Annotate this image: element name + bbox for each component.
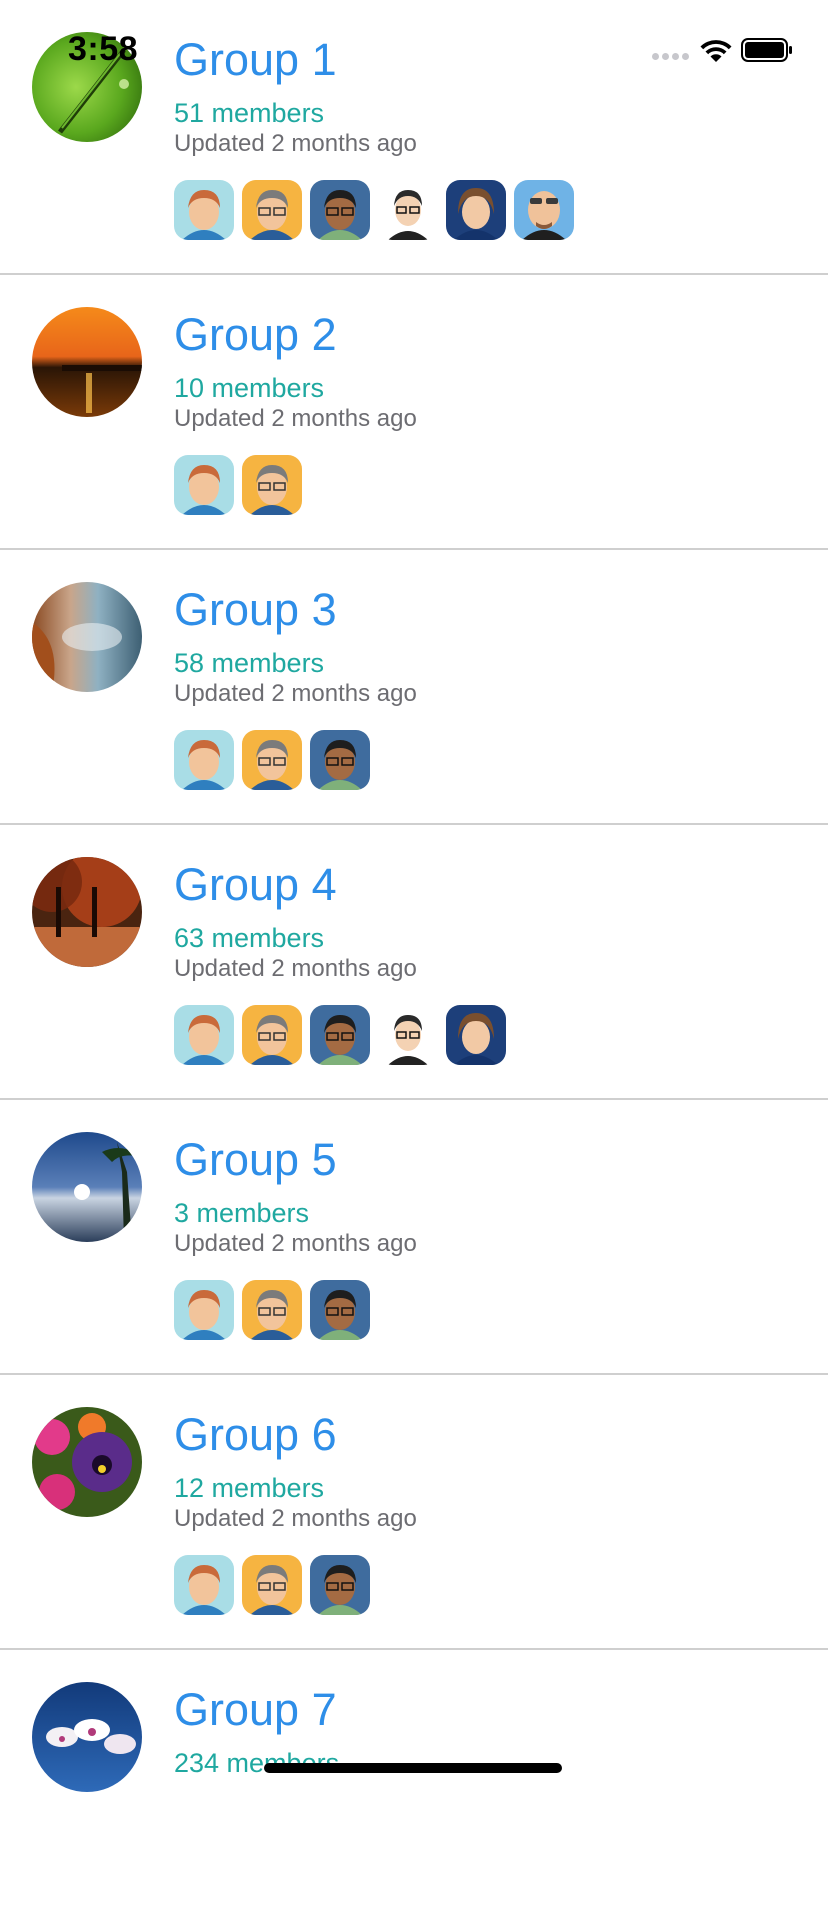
group-name: Group 5 — [174, 1134, 337, 1185]
avatar-gray-hair-glasses-man — [242, 1280, 302, 1340]
avatar-blue-hair-woman — [446, 1005, 506, 1065]
group-updated-time: Updated 2 months ago — [174, 130, 417, 157]
avatar-gray-hair-glasses-man — [242, 1005, 302, 1065]
orchid-sky-photo — [32, 1682, 142, 1792]
avatar-dark-skin-glasses-man — [310, 1280, 370, 1340]
group-name: Group 1 — [174, 34, 337, 85]
group-row-7[interactable]: Group 7 234 members — [0, 1650, 828, 1925]
member-avatars — [174, 1005, 506, 1065]
avatar-gray-hair-glasses-man — [242, 1555, 302, 1615]
member-avatars — [174, 730, 370, 790]
group-name: Group 6 — [174, 1409, 337, 1460]
group-updated-time: Updated 2 months ago — [174, 405, 417, 432]
autumn-trees-photo — [32, 857, 142, 967]
group-name: Group 7 — [174, 1684, 337, 1735]
group-row-6[interactable]: Group 6 12 members Updated 2 months ago — [0, 1375, 828, 1650]
member-avatars — [174, 1280, 370, 1340]
avatar-gray-hair-glasses-man — [242, 730, 302, 790]
member-avatars — [174, 180, 574, 240]
group-row-5[interactable]: Group 5 3 members Updated 2 months ago — [0, 1100, 828, 1375]
group-name: Group 2 — [174, 309, 337, 360]
avatar-dark-hair-glasses-man — [378, 180, 438, 240]
avatar-redhead-man — [174, 1555, 234, 1615]
avatar-gray-hair-glasses-man — [242, 455, 302, 515]
group-name: Group 4 — [174, 859, 337, 910]
pansy-flowers-photo — [32, 1407, 142, 1517]
group-members-count: 3 members — [174, 1198, 310, 1228]
tropical-sunset-photo — [32, 1132, 142, 1242]
avatar-dark-skin-glasses-man — [310, 730, 370, 790]
group-row-4[interactable]: Group 4 63 members Updated 2 months ago — [0, 825, 828, 1100]
avatar-redhead-man — [174, 1005, 234, 1065]
group-members-count: 12 members — [174, 1473, 325, 1503]
avatar-blue-hair-woman — [446, 180, 506, 240]
group-members-count: 10 members — [174, 373, 325, 403]
group-updated-time: Updated 2 months ago — [174, 680, 417, 707]
avatar-dark-skin-glasses-man — [310, 1005, 370, 1065]
group-list: Group 1 51 members Updated 2 months ago … — [0, 0, 828, 1925]
group-members-count: 58 members — [174, 648, 325, 678]
grass-dew-photo — [32, 32, 142, 142]
group-row-1[interactable]: Group 1 51 members Updated 2 months ago — [0, 0, 828, 275]
avatar-redhead-man — [174, 180, 234, 240]
group-updated-time: Updated 2 months ago — [174, 1505, 417, 1532]
group-members-count: 63 members — [174, 923, 325, 953]
home-indicator[interactable] — [264, 1763, 562, 1773]
avatar-redhead-man — [174, 730, 234, 790]
group-name: Group 3 — [174, 584, 337, 635]
avatar-gray-hair-glasses-man — [242, 180, 302, 240]
member-avatars — [174, 455, 302, 515]
sunset-lake-photo — [32, 307, 142, 417]
avatar-redhead-man — [174, 1280, 234, 1340]
avatar-dark-skin-glasses-man — [310, 180, 370, 240]
avatar-bald-sunglasses-man — [514, 180, 574, 240]
coastal-rocks-photo — [32, 582, 142, 692]
group-members-count: 51 members — [174, 98, 325, 128]
member-avatars — [174, 1555, 370, 1615]
group-updated-time: Updated 2 months ago — [174, 955, 417, 982]
group-updated-time: Updated 2 months ago — [174, 1230, 417, 1257]
avatar-redhead-man — [174, 455, 234, 515]
avatar-dark-hair-glasses-man — [378, 1005, 438, 1065]
group-row-3[interactable]: Group 3 58 members Updated 2 months ago — [0, 550, 828, 825]
avatar-dark-skin-glasses-man — [310, 1555, 370, 1615]
group-row-2[interactable]: Group 2 10 members Updated 2 months ago — [0, 275, 828, 550]
